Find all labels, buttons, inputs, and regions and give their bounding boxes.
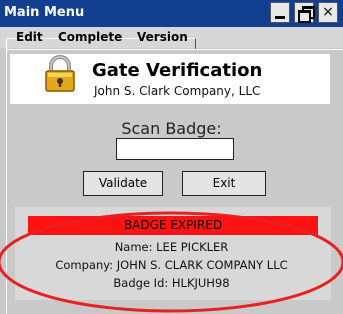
- highlight-ellipse: [0, 211, 343, 313]
